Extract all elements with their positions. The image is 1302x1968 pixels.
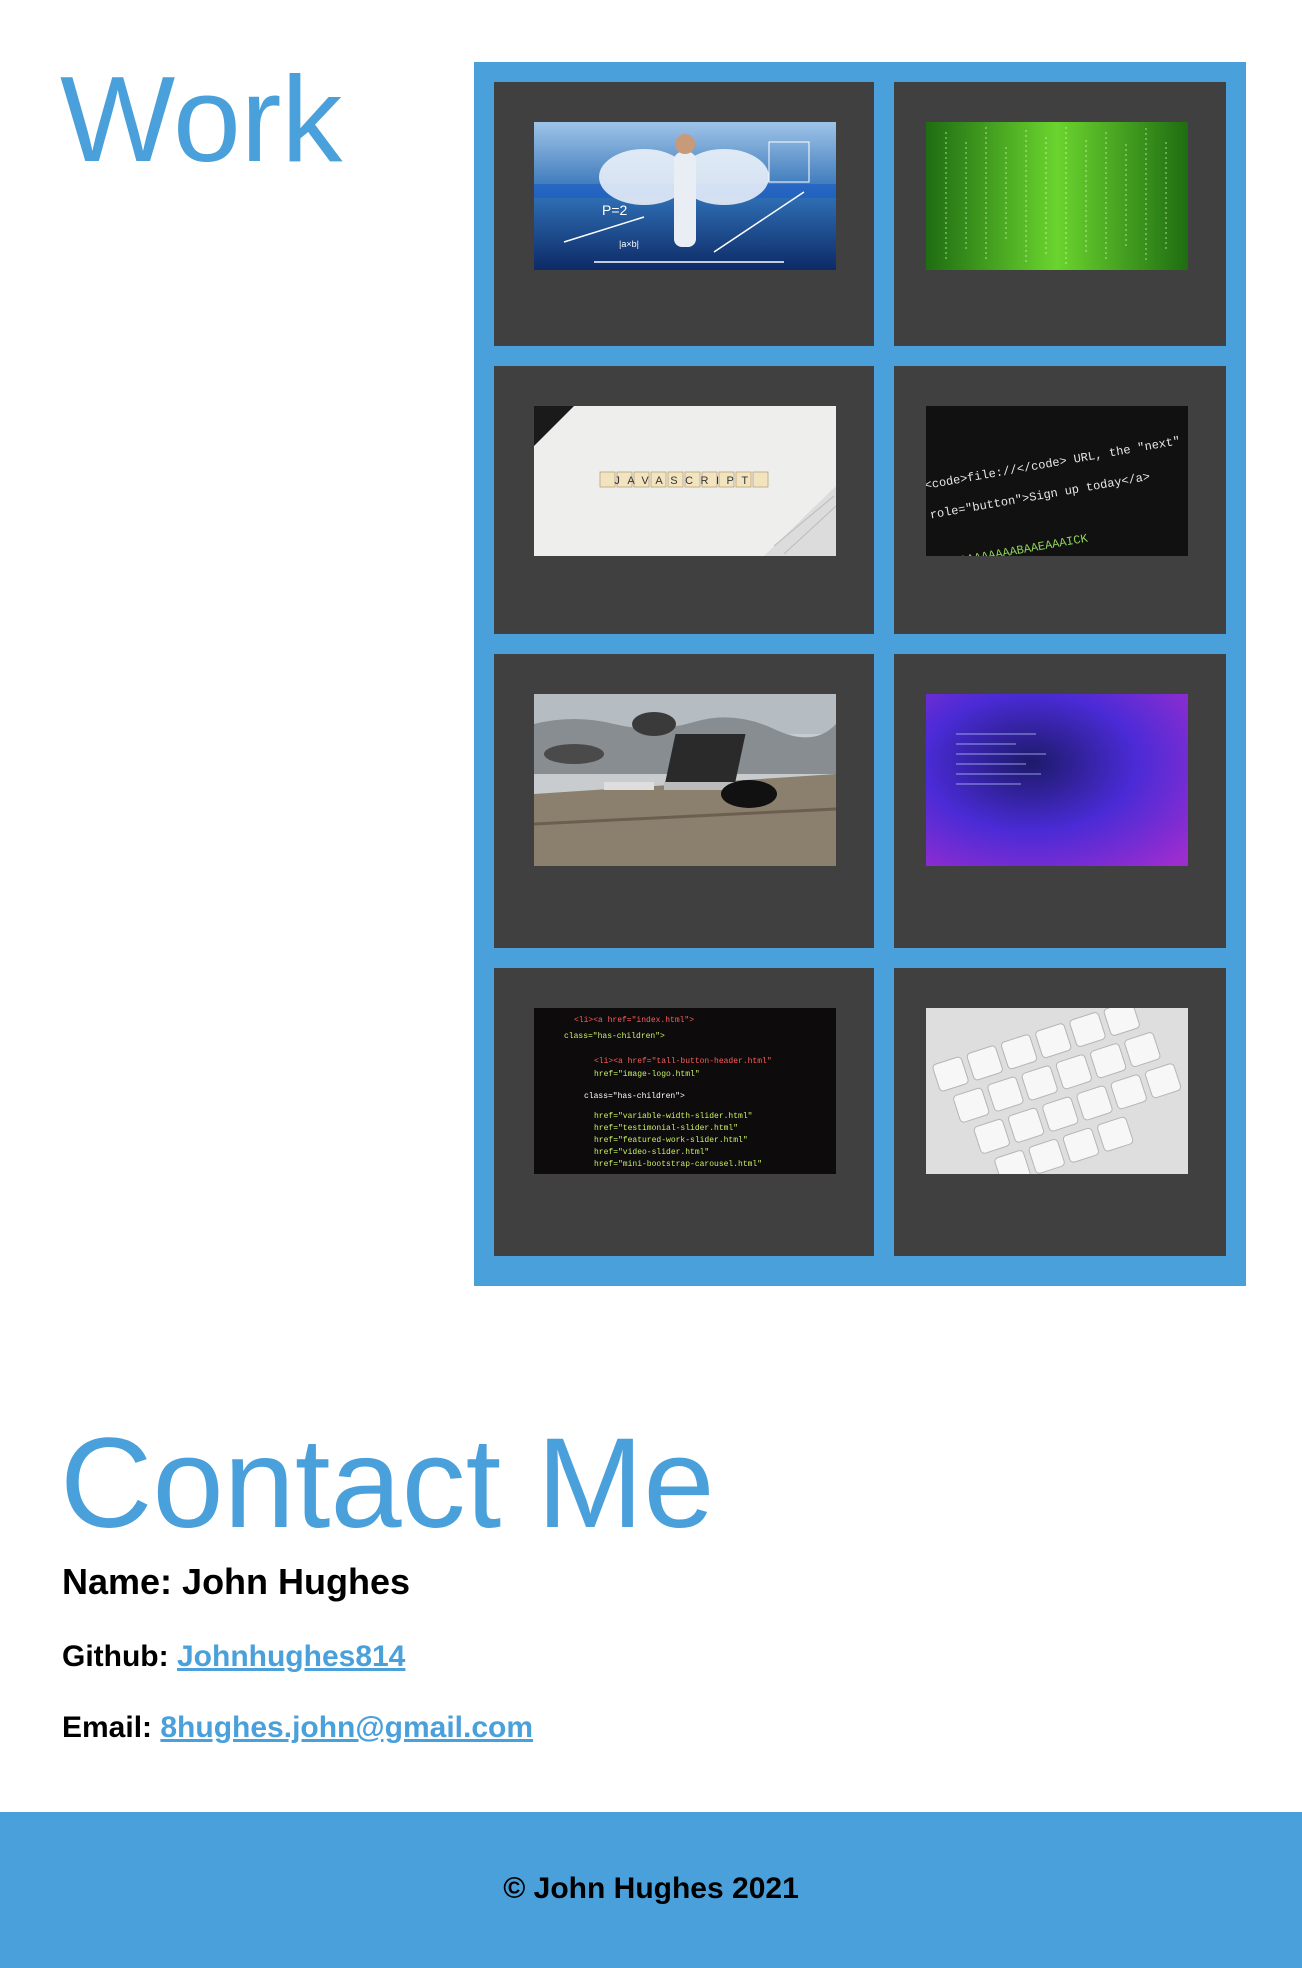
work-heading: Work	[60, 51, 343, 187]
svg-text:<li><a href="tall-button-heade: <li><a href="tall-button-header.html"	[594, 1057, 772, 1066]
laptop-beach-image[interactable]	[534, 694, 836, 866]
svg-text:P=2: P=2	[602, 202, 628, 218]
svg-text:class="has-children">: class="has-children">	[564, 1032, 665, 1041]
github-label: Github:	[62, 1640, 169, 1673]
portfolio-card-6[interactable]	[894, 654, 1226, 948]
portfolio-card-4[interactable]: <code>file://</code> URL, the "next" rol…	[894, 366, 1226, 634]
svg-text:href="featured-work-slider.htm: href="featured-work-slider.html"	[594, 1136, 748, 1145]
purple-code-image[interactable]	[926, 694, 1188, 866]
email-link[interactable]: 8hughes.john@gmail.com	[160, 1711, 533, 1744]
portfolio-card-3[interactable]: JAVASCRIPT	[494, 366, 874, 634]
portfolio-card-2[interactable]	[894, 82, 1226, 346]
svg-text:|a×b|: |a×b|	[619, 239, 639, 249]
svg-text:class="has-children">: class="has-children">	[584, 1092, 685, 1101]
portfolio-card-5[interactable]	[494, 654, 874, 948]
portfolio-card-1[interactable]: P=2 |a×b|	[494, 82, 874, 346]
contact-name: Name: John Hughes	[62, 1561, 411, 1602]
portfolio-card-7[interactable]: <li><a href="index.html"> class="has-chi…	[494, 968, 874, 1256]
svg-text:href="testimonial-slider.html": href="testimonial-slider.html"	[594, 1124, 738, 1133]
svg-text:href="image-logo.html": href="image-logo.html"	[594, 1070, 700, 1079]
svg-text:href="variable-width-slider.ht: href="variable-width-slider.html"	[594, 1112, 752, 1121]
portfolio-card-8[interactable]	[894, 968, 1226, 1256]
github-link[interactable]: Johnhughes814	[177, 1640, 405, 1673]
portfolio-grid: P=2 |a×b| JAVASCRIPT <code>file://</code…	[474, 62, 1246, 1286]
svg-text:<li><a href="index.html">: <li><a href="index.html">	[574, 1016, 694, 1025]
contact-github: Github: Johnhughes814	[62, 1640, 405, 1674]
javascript-tiles-image[interactable]: JAVASCRIPT	[534, 406, 836, 556]
copyright-text: © John Hughes 2021	[503, 1872, 799, 1905]
keyboard-image[interactable]	[926, 1008, 1188, 1174]
svg-text:href="mini-bootstrap-carousel.: href="mini-bootstrap-carousel.html"	[594, 1160, 762, 1169]
footer: © John Hughes 2021	[0, 1812, 1302, 1968]
contact-email: Email: 8hughes.john@gmail.com	[62, 1711, 533, 1745]
svg-text:href="video-slider.html": href="video-slider.html"	[594, 1148, 709, 1157]
html-source-image[interactable]: <li><a href="index.html"> class="has-chi…	[534, 1008, 836, 1174]
contact-heading: Contact Me	[60, 1412, 715, 1555]
green-code-image[interactable]	[926, 122, 1188, 270]
email-label: Email:	[62, 1711, 153, 1744]
html-code-image[interactable]: <code>file://</code> URL, the "next" rol…	[926, 406, 1188, 556]
angel-math-image[interactable]: P=2 |a×b|	[534, 122, 836, 270]
svg-text:JAVASCRIPT: JAVASCRIPT	[614, 475, 755, 487]
